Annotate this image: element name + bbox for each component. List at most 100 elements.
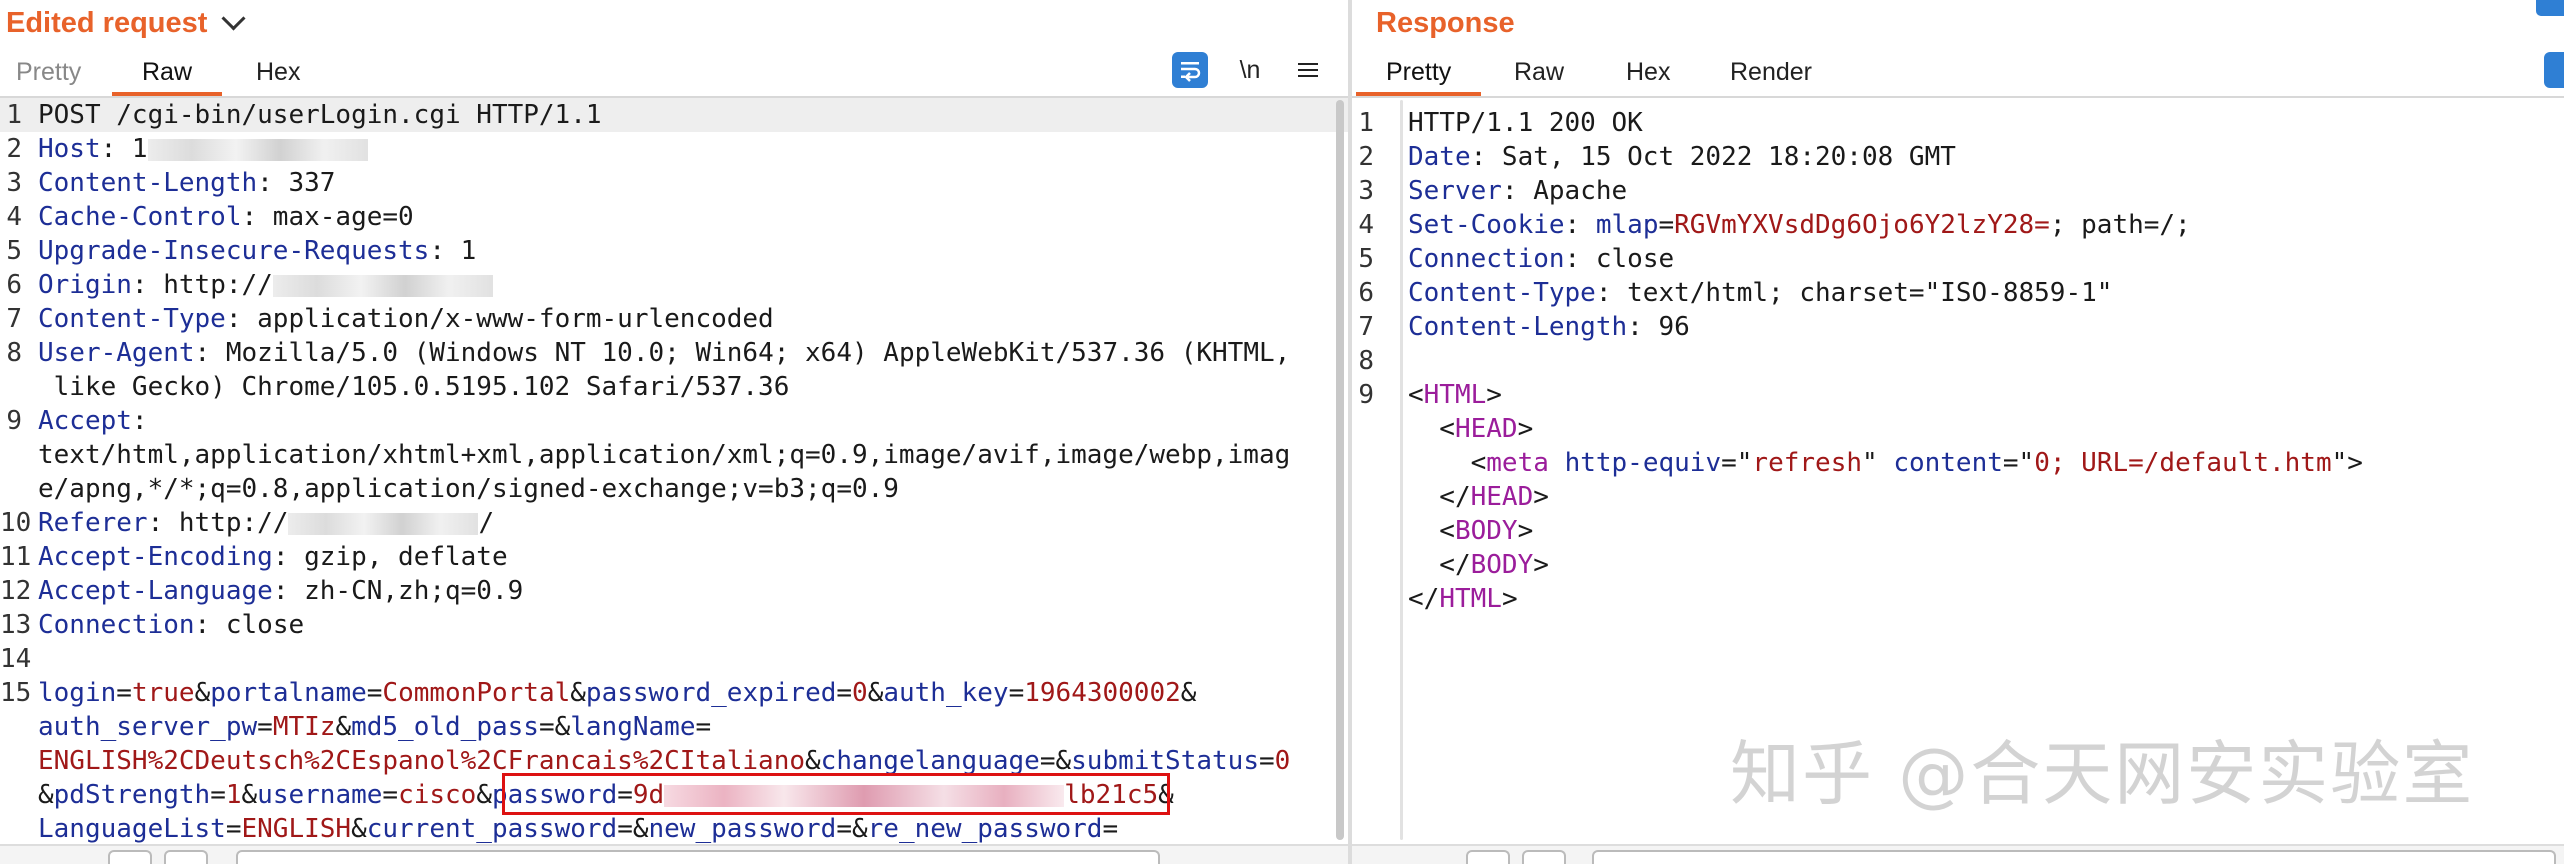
code-token: Origin	[38, 270, 132, 300]
response-gutter-line	[1400, 100, 1403, 840]
request-search-input[interactable]	[236, 850, 1160, 864]
code-token: md5_old_pass	[351, 712, 539, 742]
code-token: ="	[2002, 448, 2035, 478]
code-token: HTML	[1439, 584, 1502, 614]
code-line: auth_server_pw=MTIz&md5_old_pass=&langNa…	[0, 710, 1348, 744]
code-line: 1 HTTP/1.1 200 OK	[1352, 106, 2564, 140]
line-number: 2	[1358, 142, 1374, 172]
line-number: 3	[1358, 176, 1374, 206]
request-tabs: Pretty Raw Hex	[0, 50, 1348, 98]
code-token: e/apng,*/*;q=0.8,application/signed-exch…	[38, 474, 899, 504]
code-token: 0	[1274, 746, 1291, 776]
response-tabs: Pretty Raw Hex Render	[1352, 50, 2564, 98]
code-token: =	[382, 780, 399, 810]
code-token: <	[1408, 448, 1487, 478]
tab-hex[interactable]: Hex	[1626, 50, 1670, 94]
code-line: 1 POST /cgi-bin/userLogin.cgi HTTP/1.1	[0, 98, 1348, 132]
tab-pretty[interactable]: Pretty	[1355, 50, 1482, 96]
line-number: 9	[6, 406, 22, 436]
request-scrollbar[interactable]	[1336, 100, 1344, 840]
code-token: langName	[570, 712, 696, 742]
code-token: changelanguage	[820, 746, 1040, 776]
code-token: =&	[836, 814, 868, 844]
code-text: auth_server_pw=MTIz&md5_old_pass=&langNa…	[38, 710, 711, 744]
tab-render[interactable]: Render	[1730, 50, 1812, 94]
code-line: 3 Content-Length: 337	[0, 166, 1348, 200]
code-line: 7 Content-Length: 96	[1352, 310, 2564, 344]
prev-button[interactable]	[108, 850, 152, 864]
line-number: 11	[0, 542, 32, 572]
response-search-input[interactable]	[1592, 850, 2556, 864]
line-number: 4	[6, 202, 22, 232]
code-token: Set-Cookie	[1408, 210, 1565, 240]
code-line: 9 <HTML>	[1352, 378, 2564, 412]
code-token: : 96	[1627, 312, 1690, 342]
newline-toggle-button[interactable]: \n	[1230, 52, 1270, 88]
code-token: >	[1533, 550, 1549, 580]
wrap-lines-icon[interactable]	[1172, 52, 1208, 88]
code-token: =	[257, 712, 273, 742]
next-button[interactable]	[164, 850, 208, 864]
code-text: Server: Apache	[1408, 174, 1627, 208]
code-text: </HTML>	[1408, 582, 1518, 616]
code-token: : application/x-www-form-urlencoded	[225, 304, 774, 334]
code-token: username	[257, 780, 383, 810]
code-line: 5 Upgrade-Insecure-Requests: 1	[0, 234, 1348, 268]
code-token: ="	[1721, 448, 1753, 478]
code-line: 10 Referer: http:// /	[0, 506, 1348, 540]
tab-pretty[interactable]: Pretty	[16, 50, 81, 94]
line-number: 5	[1358, 244, 1374, 274]
code-token: : http://	[131, 270, 273, 300]
code-token: &	[570, 678, 586, 708]
prev-button[interactable]	[1466, 850, 1510, 864]
code-text: Accept-Encoding: gzip, deflate	[38, 540, 508, 574]
line-number: 1	[6, 100, 22, 130]
code-token: ENGLISH	[241, 814, 352, 844]
next-button[interactable]	[1522, 850, 1566, 864]
tab-raw[interactable]: Raw	[1514, 50, 1564, 94]
code-token: re_new_password	[867, 814, 1103, 844]
code-text: Cache-Control: max-age=0	[38, 200, 414, 234]
request-editor[interactable]: 1 POST /cgi-bin/userLogin.cgi HTTP/1.1 2 Ho…	[0, 98, 1348, 846]
line-number: 6	[6, 270, 22, 300]
code-token: >	[1501, 584, 1518, 614]
menu-icon[interactable]	[1290, 52, 1326, 88]
code-token: : Sat, 15 Oct 2022 18:20:08 GMT	[1470, 142, 1956, 172]
code-text: User-Agent: Mozilla/5.0 (Windows NT 10.0…	[38, 336, 1290, 370]
code-token: portalname	[210, 678, 367, 708]
code-token: : Apache	[1501, 176, 1628, 206]
code-token: :	[131, 406, 148, 436]
code-token: =&	[617, 814, 649, 844]
line-number: 7	[1358, 312, 1374, 342]
code-line: 2 Date: Sat, 15 Oct 2022 18:20:08 GMT	[1352, 140, 2564, 174]
chevron-down-icon[interactable]	[221, 5, 246, 31]
code-text: Content-Length: 96	[1408, 310, 1690, 344]
watermark: 知乎 @合天网安实验室	[1730, 733, 2475, 815]
code-token: &	[38, 780, 54, 810]
tab-hex[interactable]: Hex	[256, 50, 300, 94]
code-token: &	[335, 712, 352, 742]
code-token: =&	[538, 712, 571, 742]
code-line: 14	[0, 642, 1348, 676]
line-number: 1	[1358, 108, 1374, 138]
code-token: Accept-Language	[38, 576, 273, 606]
request-title[interactable]: Edited request	[6, 5, 246, 40]
code-text: </BODY>	[1408, 548, 1549, 582]
code-token: true	[131, 678, 195, 708]
code-token: cisco	[398, 780, 477, 810]
code-token: : 337	[257, 168, 336, 198]
wrap-lines-icon[interactable]	[2544, 52, 2564, 88]
code-token: Server	[1408, 176, 1502, 206]
code-text: Host: 1	[38, 132, 368, 166]
code-token: Cache-Control	[38, 202, 242, 232]
code-text: POST /cgi-bin/userLogin.cgi HTTP/1.1	[38, 98, 602, 132]
tab-raw[interactable]: Raw	[111, 50, 223, 96]
code-token: 1	[225, 780, 242, 810]
code-token: new_password	[648, 814, 837, 844]
code-line: 2 Host: 1	[0, 132, 1348, 166]
code-text: Accept:	[38, 404, 148, 438]
code-token: </	[1408, 550, 1471, 580]
code-text: Origin: http://	[38, 268, 493, 302]
corner-button[interactable]	[2536, 0, 2564, 16]
code-token: =	[1258, 746, 1275, 776]
